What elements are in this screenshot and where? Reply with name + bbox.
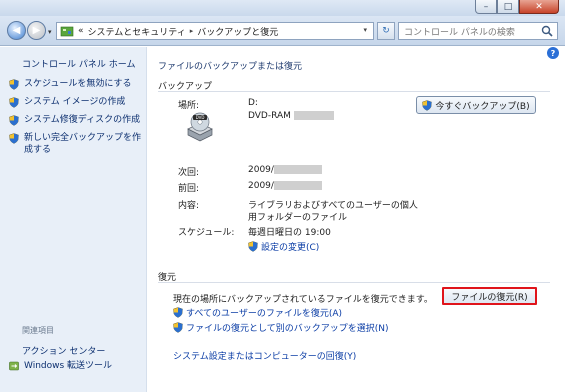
sidebar-item-label: Windows 転送ツール <box>24 361 113 371</box>
schedule-label: スケジュール: <box>178 228 235 238</box>
window-controls: – □ ✕ <box>475 0 559 14</box>
action-center-link[interactable]: アクション センター <box>22 344 105 357</box>
contents-value-line2: 用フォルダーのファイル <box>248 213 348 223</box>
page-title: ファイルのバックアップまたは復元 <box>158 62 303 72</box>
last-date-text: 2009/ <box>248 181 274 191</box>
uac-shield-icon <box>9 115 19 126</box>
sidebar-item-label: スケジュールを無効にする <box>24 79 132 89</box>
contents-label: 内容: <box>178 201 200 211</box>
dvd-drive-icon: DVD <box>187 112 213 142</box>
select-other-backup-label: ファイルの復元として別のバックアップを選択(N) <box>186 324 389 334</box>
sidebar-item-disable-schedule[interactable]: スケジュールを無効にする <box>9 78 141 90</box>
dvd-badge: DVD <box>196 115 205 120</box>
close-button[interactable]: ✕ <box>519 0 559 14</box>
related-heading: 関連項目 <box>22 326 54 335</box>
transfer-tool-icon <box>9 361 19 371</box>
recent-pages-dropdown[interactable]: ▾ <box>48 28 52 36</box>
next-date-text: 2009/ <box>248 165 274 175</box>
restore-description: 現在の場所にバックアップされているファイルを復元できます。 <box>173 295 433 305</box>
control-panel-icon <box>60 26 74 36</box>
uac-shield-icon <box>173 322 183 333</box>
restore-all-users-link[interactable]: すべてのユーザーのファイルを復元(A) <box>173 306 342 319</box>
drive-name: DVD-RAM <box>248 111 334 121</box>
refresh-button[interactable]: ↻ <box>377 22 395 40</box>
maximize-button[interactable]: □ <box>497 0 519 14</box>
next-value: 2009/ <box>248 165 322 175</box>
restore-all-users-label: すべてのユーザーのファイルを復元(A) <box>186 309 343 319</box>
search-icon[interactable] <box>540 24 554 38</box>
back-button[interactable]: ◀ <box>7 21 26 40</box>
sidebar: コントロール パネル ホーム スケジュールを無効にする システム イメージの作成… <box>0 47 147 392</box>
last-value: 2009/ <box>248 181 322 191</box>
sidebar-item-label: システム イメージの作成 <box>24 97 126 107</box>
windows-transfer-link[interactable]: Windows 転送ツール <box>9 360 141 372</box>
sidebar-item-label: システム修復ディスクの作成 <box>24 115 141 125</box>
restore-files-label: ファイルの復元(R) <box>451 292 528 303</box>
search-input[interactable]: コントロール パネルの検索 <box>404 25 540 38</box>
restore-files-button[interactable]: ファイルの復元(R) <box>442 287 537 305</box>
change-settings-link[interactable]: 設定の変更(C) <box>248 240 319 253</box>
recover-settings-label: システム設定またはコンピューターの回復(Y) <box>173 352 357 362</box>
sidebar-item-label: 新しい完全バックアップを作成する <box>24 133 142 155</box>
breadcrumb-system-security[interactable]: システムとセキュリティ <box>88 25 186 38</box>
schedule-value: 毎週日曜日の 19:00 <box>248 228 331 238</box>
section-divider <box>158 282 550 283</box>
location-value: D: <box>248 98 258 108</box>
uac-shield-icon <box>248 241 258 252</box>
uac-shield-icon <box>422 99 433 111</box>
change-settings-label: 設定の変更(C) <box>261 243 320 253</box>
uac-shield-icon <box>173 307 183 318</box>
uac-shield-icon <box>9 133 19 144</box>
uac-shield-icon <box>9 97 19 108</box>
redacted-block <box>273 181 322 190</box>
breadcrumb-separator[interactable]: ▸ <box>190 27 194 35</box>
breadcrumb-backup-restore[interactable]: バックアップと復元 <box>197 25 278 38</box>
uac-shield-icon <box>9 79 19 90</box>
redacted-block <box>293 111 334 120</box>
drive-name-text: DVD-RAM <box>248 111 291 121</box>
redacted-block <box>273 165 322 174</box>
backup-now-button[interactable]: 今すぐバックアップ(B) <box>416 96 536 114</box>
next-label: 次回: <box>178 168 200 178</box>
backup-now-label: 今すぐバックアップ(B) <box>435 101 530 112</box>
main-content: ? ファイルのバックアップまたは復元 バックアップ 場所: D: DVD-RAM… <box>148 47 565 392</box>
last-label: 前回: <box>178 184 200 194</box>
title-bar: – □ ✕ <box>0 0 565 16</box>
sidebar-item-new-full-backup[interactable]: 新しい完全バックアップを作成する <box>9 132 141 156</box>
address-dropdown[interactable]: ▾ <box>363 26 367 34</box>
location-label: 場所: <box>178 101 200 111</box>
section-divider <box>158 91 550 92</box>
select-other-backup-link[interactable]: ファイルの復元として別のバックアップを選択(N) <box>173 321 389 334</box>
recover-settings-link[interactable]: システム設定またはコンピューターの回復(Y) <box>173 349 356 362</box>
address-bar[interactable]: « システムとセキュリティ ▸ バックアップと復元 ▾ <box>56 22 374 40</box>
search-box[interactable]: コントロール パネルの検索 <box>398 22 558 40</box>
forward-button[interactable]: ▶ <box>27 21 46 40</box>
help-icon[interactable]: ? <box>547 47 559 59</box>
sidebar-home-link[interactable]: コントロール パネル ホーム <box>22 57 135 70</box>
sidebar-item-create-system-image[interactable]: システム イメージの作成 <box>9 96 141 108</box>
sidebar-item-create-repair-disc[interactable]: システム修復ディスクの作成 <box>9 114 141 126</box>
breadcrumb-overflow[interactable]: « <box>78 26 84 36</box>
minimize-button[interactable]: – <box>475 0 497 14</box>
navigation-bar: ◀ ▶ ▾ « システムとセキュリティ ▸ バックアップと復元 ▾ ↻ コントロ… <box>0 16 565 46</box>
